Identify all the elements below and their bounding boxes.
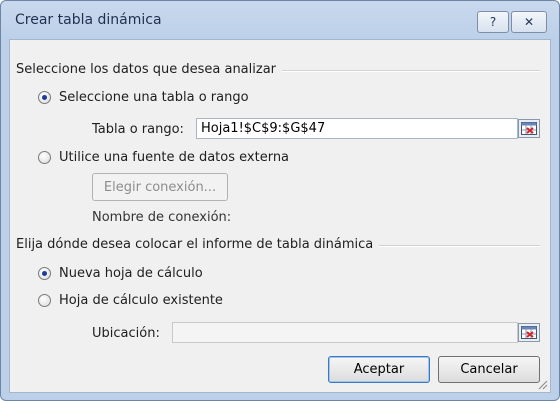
- close-button[interactable]: ✕: [511, 11, 547, 33]
- location-input[interactable]: [172, 322, 518, 343]
- range-radio[interactable]: [38, 91, 51, 104]
- range-input[interactable]: Hoja1!$C$9:$G$47: [196, 118, 518, 139]
- destination-group-title: Elija dónde desea colocar el informe de …: [16, 237, 380, 252]
- option-existing-sheet[interactable]: Hoja de cálculo existente: [38, 293, 223, 308]
- option-select-range[interactable]: Seleccione una tabla o rango: [38, 90, 249, 105]
- title-bar[interactable]: Crear tabla dinámica ? ✕: [1, 1, 559, 39]
- location-select-icon: [521, 326, 537, 339]
- external-radio[interactable]: [38, 151, 51, 164]
- range-select-icon: [521, 122, 537, 135]
- help-icon: ?: [489, 15, 497, 29]
- cancel-button[interactable]: Cancelar: [438, 356, 540, 383]
- new-sheet-radio[interactable]: [38, 267, 51, 280]
- close-icon: ✕: [523, 15, 535, 29]
- existing-sheet-radio-label: Hoja de cálculo existente: [59, 293, 223, 308]
- resize-grip-icon[interactable]: [536, 378, 548, 390]
- source-group-title: Seleccione los datos que desea analizar: [16, 62, 283, 77]
- location-label: Ubicación:: [92, 326, 160, 341]
- range-radio-label: Seleccione una tabla o rango: [59, 90, 249, 105]
- dialog-title: Crear tabla dinámica: [15, 12, 162, 28]
- dialog-body: Seleccione los datos que desea analizar …: [9, 39, 551, 393]
- option-external-source[interactable]: Utilice una fuente de datos externa: [38, 150, 289, 165]
- external-radio-label: Utilice una fuente de datos externa: [59, 150, 290, 165]
- option-new-sheet[interactable]: Nueva hoja de cálculo: [38, 266, 203, 281]
- new-sheet-radio-label: Nueva hoja de cálculo: [59, 266, 203, 281]
- help-button[interactable]: ?: [477, 11, 509, 33]
- location-collapse-button[interactable]: [518, 323, 540, 342]
- range-label: Tabla o rango:: [92, 122, 184, 137]
- ok-button[interactable]: Aceptar: [328, 356, 430, 383]
- connection-name-label: Nombre de conexión:: [92, 210, 232, 225]
- create-pivot-table-dialog: Crear tabla dinámica ? ✕ Seleccione los …: [0, 0, 560, 401]
- range-collapse-button[interactable]: [518, 119, 540, 138]
- existing-sheet-radio[interactable]: [38, 294, 51, 307]
- choose-connection-button[interactable]: Elegir conexión...: [92, 173, 228, 201]
